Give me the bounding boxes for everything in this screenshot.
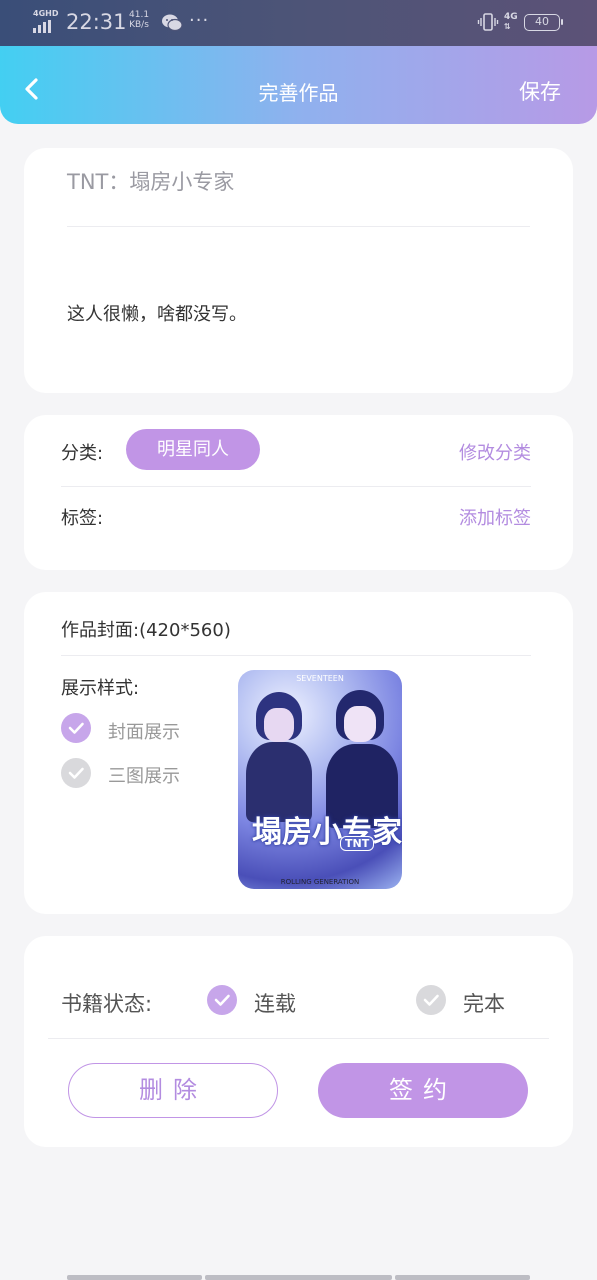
mobile-network-icon: 4G ⇅ (504, 12, 518, 32)
serializing-checkbox[interactable] (207, 985, 237, 1015)
cover-size: (420*560) (139, 620, 231, 641)
completed-checkbox[interactable] (416, 985, 446, 1015)
cover-top-text: SEVENTEEN (296, 674, 344, 683)
check-icon (68, 722, 84, 734)
book-status-label: 书籍状态: (61, 992, 153, 1016)
cover-badge: TNT (340, 836, 375, 851)
divider (61, 486, 531, 487)
nav-gesture-bar[interactable] (395, 1275, 530, 1280)
category-label: 分类: (61, 443, 104, 464)
cover-card: 作品封面:(420*560) 展示样式: 封面展示 三图展示 SEVENTEEN… (24, 592, 573, 914)
sign-button[interactable]: 签约 (318, 1063, 528, 1118)
work-title-input[interactable]: TNT：塌房小专家 (67, 166, 234, 196)
serializing-label[interactable]: 连载 (254, 988, 296, 1018)
speed-unit: KB/s (129, 20, 149, 30)
delete-button[interactable]: 删除 (68, 1063, 278, 1118)
data-arrows-icon: ⇅ (504, 22, 511, 31)
cover-display-label[interactable]: 封面展示 (108, 718, 180, 744)
cover-display-checkbox[interactable] (61, 713, 91, 743)
status-time: 22:31 (66, 10, 127, 34)
cover-bottom-text: ROLLING GENERATION (280, 878, 360, 886)
three-image-display-label[interactable]: 三图展示 (108, 762, 180, 788)
cover-title-text: 塌房小专家 (252, 815, 402, 850)
work-info-card: TNT：塌房小专家 这人很懒，啥都没写。 (24, 148, 573, 393)
edit-category-link[interactable]: 修改分类 (459, 439, 531, 465)
divider (67, 226, 530, 227)
check-icon (68, 767, 84, 779)
network-label: 4GHD (33, 9, 59, 18)
signal-icon: 4GHD (33, 9, 59, 33)
cover-figure-left-face (264, 708, 294, 742)
nav-gesture-bar[interactable] (67, 1275, 202, 1280)
cover-figure-right-face (344, 706, 376, 742)
cover-image[interactable]: SEVENTEEN 塌房小专家 TNT ROLLING GENERATION (238, 670, 402, 889)
cover-label: 作品封面:(420*560) (61, 616, 231, 642)
wechat-icon (162, 14, 183, 32)
category-card: 分类: 明星同人 修改分类 标签: 添加标签 (24, 415, 573, 570)
cover-label-text: 作品封面: (61, 620, 140, 641)
save-button[interactable]: 保存 (519, 76, 561, 106)
speed-value: 41.1 (129, 10, 150, 20)
network-type: 4G (504, 12, 518, 22)
nav-gesture-bar[interactable] (205, 1275, 392, 1280)
cover-figure-left-body (246, 742, 312, 822)
more-notifications-icon: ··· (189, 10, 210, 31)
category-chip[interactable]: 明星同人 (126, 429, 260, 470)
page-title: 完善作品 (258, 81, 339, 105)
display-style-label: 展示样式: (61, 678, 140, 699)
status-bar: 4GHD 22:31 41.1 KB/s ··· 4G ⇅ 40 (0, 0, 597, 46)
vibrate-icon (477, 13, 499, 31)
add-tag-link[interactable]: 添加标签 (459, 504, 531, 530)
battery-icon: 40 (524, 14, 563, 31)
three-image-display-checkbox[interactable] (61, 758, 91, 788)
divider (61, 655, 531, 656)
work-intro-input[interactable]: 这人很懒，啥都没写。 (67, 300, 247, 326)
divider (48, 1038, 549, 1039)
check-icon (423, 994, 439, 1006)
book-status-card: 书籍状态: 连载 完本 删除 签约 (24, 936, 573, 1147)
check-icon (214, 994, 230, 1006)
completed-label[interactable]: 完本 (463, 988, 505, 1018)
network-speed: 41.1 KB/s (129, 10, 149, 30)
tags-label: 标签: (61, 508, 104, 529)
